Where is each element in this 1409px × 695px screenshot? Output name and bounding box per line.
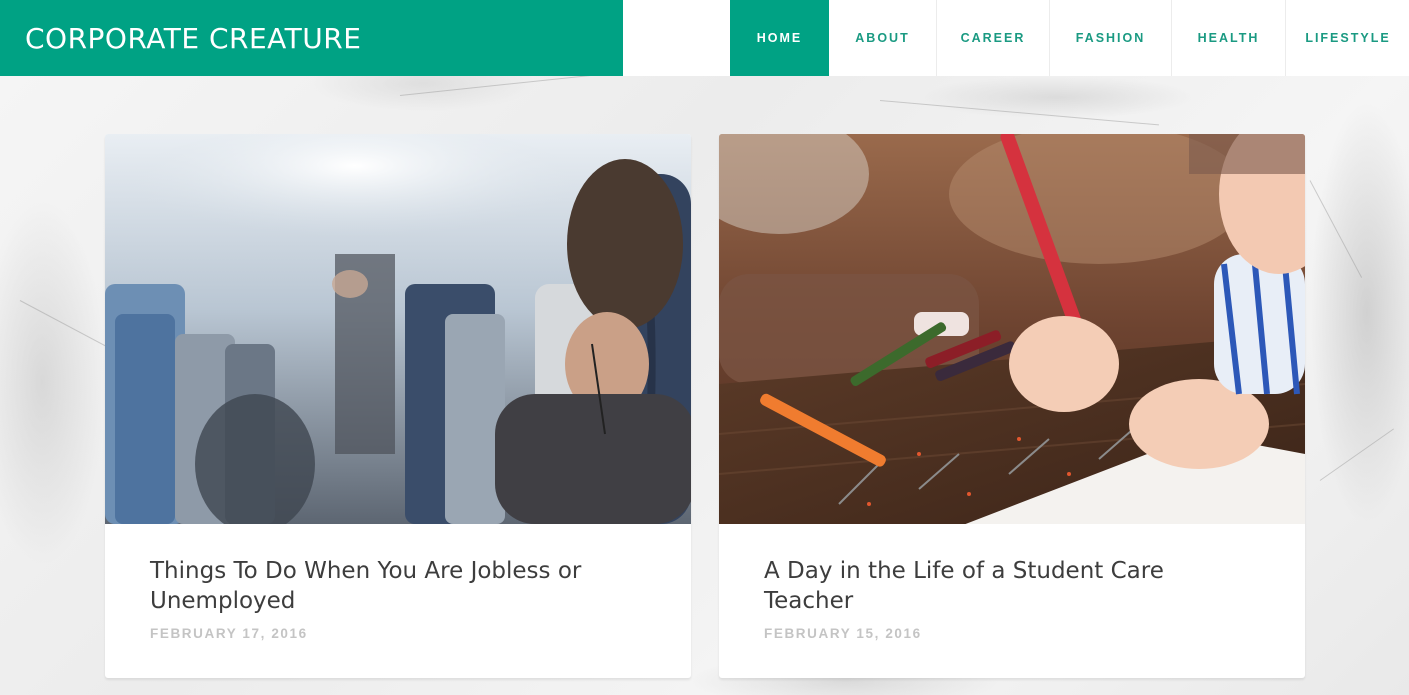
- nav-health[interactable]: HEALTH: [1172, 0, 1286, 76]
- site-brand[interactable]: CORPORATE CREATURE: [0, 0, 623, 76]
- nav-home[interactable]: HOME: [730, 0, 829, 76]
- post-card[interactable]: A Day in the Life of a Student Care Teac…: [719, 134, 1305, 678]
- post-image-child-drawing[interactable]: [719, 134, 1305, 524]
- nav-career[interactable]: CAREER: [937, 0, 1050, 76]
- nav-about[interactable]: ABOUT: [829, 0, 937, 76]
- post-title[interactable]: Things To Do When You Are Jobless or Une…: [150, 556, 630, 616]
- post-title[interactable]: A Day in the Life of a Student Care Teac…: [764, 556, 1244, 616]
- site-header: CORPORATE CREATURE HOME ABOUT CAREER FAS…: [0, 0, 1409, 76]
- post-image-airplane[interactable]: [105, 134, 691, 524]
- post-body: Things To Do When You Are Jobless or Une…: [150, 556, 630, 641]
- post-body: A Day in the Life of a Student Care Teac…: [764, 556, 1244, 641]
- airplane-cabin-photo: [105, 134, 691, 524]
- post-date: FEBRUARY 15, 2016: [764, 626, 922, 641]
- main-nav: HOME ABOUT CAREER FASHION HEALTH LIFESTY…: [730, 0, 1409, 76]
- post-date: FEBRUARY 17, 2016: [150, 626, 308, 641]
- child-drawing-with-pencils-photo: [719, 134, 1305, 524]
- post-card[interactable]: Things To Do When You Are Jobless or Une…: [105, 134, 691, 678]
- site-title[interactable]: CORPORATE CREATURE: [25, 22, 361, 55]
- nav-lifestyle[interactable]: LIFESTYLE: [1286, 0, 1409, 76]
- nav-fashion[interactable]: FASHION: [1050, 0, 1172, 76]
